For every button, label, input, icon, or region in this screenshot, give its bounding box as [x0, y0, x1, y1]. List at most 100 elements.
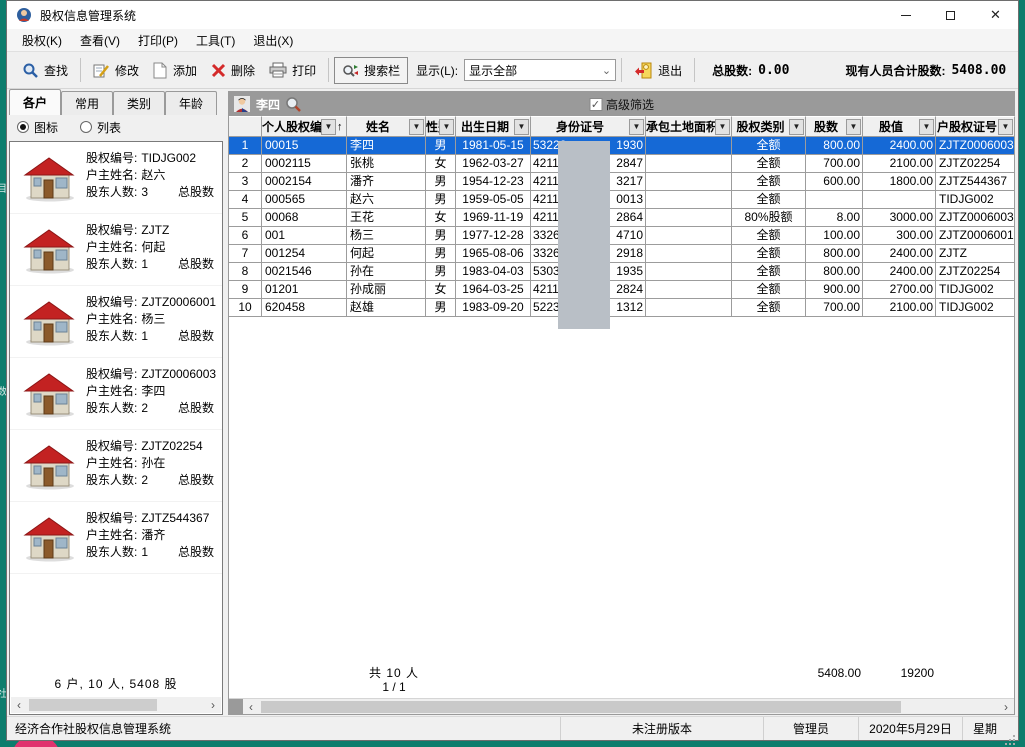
menu-item[interactable]: 打印(P) [129, 29, 187, 52]
household-item[interactable]: 股权编号:ZJTZ02254 户主姓名:孙在 股东人数:2总股数 [10, 430, 222, 502]
column-header[interactable]: 个人股权编号▼↑ [262, 116, 347, 137]
checkbox-checked-icon[interactable]: ✓ [589, 98, 602, 111]
sidebar-scrollbar[interactable]: ‹ › [11, 697, 221, 713]
column-header[interactable]: 股数▼ [806, 116, 863, 137]
table-scrollbar[interactable]: ‹ › [229, 698, 1014, 714]
filter-dropdown-icon[interactable]: ▼ [919, 119, 934, 135]
scroll-right-icon[interactable]: › [998, 699, 1014, 715]
maximize-button[interactable] [928, 1, 973, 29]
table-row[interactable]: 4000565赵六男1959-05-05421120013全额TIDJG002 [229, 191, 1015, 209]
sidebar-tabs: 各户常用类别年龄 [9, 91, 223, 115]
table-row[interactable]: 10620458赵雄男1983-09-20522321312全额700.0021… [229, 299, 1015, 317]
filter-dropdown-icon[interactable]: ▼ [846, 119, 861, 135]
cell-type: 全额 [732, 299, 806, 316]
sidebar-tab[interactable]: 类别 [113, 91, 165, 115]
table-row[interactable]: 7001254何起男1965-08-06332622918全额800.00240… [229, 245, 1015, 263]
id-suffix: 0013 [616, 191, 643, 208]
radio-list-view[interactable]: 列表 [80, 119, 121, 136]
advanced-filter[interactable]: ✓ 高级筛选 [589, 96, 654, 113]
scrollbar-thumb[interactable] [29, 699, 157, 711]
column-header[interactable]: 股值▼ [863, 116, 936, 137]
column-header[interactable]: 姓名▼ [347, 116, 426, 137]
radio-icon-view[interactable]: 图标 [17, 119, 58, 136]
find-button[interactable]: 查找 [15, 58, 75, 83]
cell-shares [806, 191, 863, 208]
table-row[interactable]: 901201孙成丽女1964-03-25421122824全额900.00270… [229, 281, 1015, 299]
household-count: 2 [141, 473, 148, 487]
column-header[interactable]: 身份证号▼ [531, 116, 646, 137]
cell-code: 01201 [262, 281, 347, 298]
table-row[interactable]: 80021546孙在男1983-04-03530321935全额800.0024… [229, 263, 1015, 281]
display-select[interactable]: 显示全部 ⌄ [464, 59, 616, 81]
column-header-label: 户股权证号 [936, 118, 998, 135]
filter-dropdown-icon[interactable]: ▼ [439, 119, 454, 135]
cell-land [646, 137, 732, 154]
column-header[interactable]: 出生日期▼ [456, 116, 531, 137]
column-header[interactable]: 股权类别▼ [732, 116, 806, 137]
filter-dropdown-icon[interactable]: ▼ [998, 119, 1013, 135]
table-row[interactable]: 100015李四男1981-05-15532221930全额800.002400… [229, 137, 1015, 155]
scrollbar-thumb[interactable] [261, 701, 901, 713]
household-item[interactable]: 股权编号:ZJTZ 户主姓名:何起 股东人数:1总股数 [10, 214, 222, 286]
table-row[interactable]: 500068王花女1969-11-1942112286480%股额8.00300… [229, 209, 1015, 227]
sidebar: 各户常用类别年龄 图标 列表 [9, 91, 223, 715]
cell-name: 潘齐 [347, 173, 426, 190]
modify-button[interactable]: 修改 [86, 58, 146, 83]
menu-item[interactable]: 退出(X) [244, 29, 302, 52]
cell-cert: ZJTZ02254 [936, 263, 1015, 280]
menu-item[interactable]: 查看(V) [71, 29, 129, 52]
cell-code: 620458 [262, 299, 347, 316]
household-code: ZJTZ02254 [141, 439, 202, 453]
cell-name: 赵六 [347, 191, 426, 208]
exit-button[interactable]: 退出 [627, 58, 689, 83]
scrollbar-box[interactable] [229, 699, 243, 715]
table-row[interactable]: 20002115张桃女1962-03-27421122847全额700.0021… [229, 155, 1015, 173]
table-row[interactable]: 6001杨三男1977-12-28332604710全额100.00300.00… [229, 227, 1015, 245]
household-item[interactable]: 股权编号:TIDJG002 户主姓名:赵六 股东人数:3总股数 [10, 142, 222, 214]
scroll-left-icon[interactable]: ‹ [11, 697, 27, 713]
scroll-left-icon[interactable]: ‹ [243, 699, 259, 715]
cell-num: 7 [229, 245, 262, 262]
search-bar-toggle[interactable]: 搜索栏 [334, 57, 408, 84]
menu-bar: 股权(K)查看(V)打印(P)工具(T)退出(X) [7, 29, 1018, 52]
household-item[interactable]: 股权编号:ZJTZ544367 户主姓名:潘齐 股东人数:1总股数 [10, 502, 222, 574]
minimize-button[interactable] [883, 1, 928, 29]
sidebar-tab[interactable]: 年龄 [165, 91, 217, 115]
menu-item[interactable]: 工具(T) [187, 29, 244, 52]
filter-dropdown-icon[interactable]: ▼ [514, 119, 529, 135]
cell-code: 0002154 [262, 173, 347, 190]
column-header[interactable]: 承包土地面积▼ [646, 116, 732, 137]
filter-dropdown-icon[interactable]: ▼ [715, 119, 730, 135]
scroll-right-icon[interactable]: › [205, 697, 221, 713]
column-header[interactable]: 性别▼ [426, 116, 456, 137]
household-code: ZJTZ0006001 [141, 295, 216, 309]
magnifier-icon[interactable] [285, 96, 302, 113]
title-bar[interactable]: 股权信息管理系统 ✕ [7, 1, 1018, 29]
menu-item[interactable]: 股权(K) [13, 29, 71, 52]
filter-dropdown-icon[interactable]: ▼ [789, 119, 804, 135]
add-button[interactable]: 添加 [146, 58, 204, 83]
cell-birth: 1962-03-27 [456, 155, 531, 172]
table-row[interactable]: 30002154潘齐男1954-12-23421123217全额600.0018… [229, 173, 1015, 191]
window-title: 股权信息管理系统 [40, 7, 136, 24]
filter-dropdown-icon[interactable]: ▼ [321, 119, 336, 135]
sidebar-tab[interactable]: 各户 [9, 89, 61, 115]
filter-dropdown-icon[interactable]: ▼ [629, 119, 644, 135]
cell-num: 4 [229, 191, 262, 208]
column-header[interactable]: 户股权证号▼ [936, 116, 1015, 137]
close-button[interactable]: ✕ [973, 1, 1018, 29]
print-button[interactable]: 打印 [262, 58, 323, 83]
cell-shares: 700.00 [806, 155, 863, 172]
sidebar-tab[interactable]: 常用 [61, 91, 113, 115]
delete-button[interactable]: 删除 [204, 58, 262, 83]
cell-birth: 1983-09-20 [456, 299, 531, 316]
household-item[interactable]: 股权编号:ZJTZ0006001 户主姓名:杨三 股东人数:1总股数 [10, 286, 222, 358]
cell-birth: 1965-08-06 [456, 245, 531, 262]
maximize-icon [946, 11, 955, 20]
app-icon [16, 7, 32, 23]
household-item[interactable]: 股权编号:ZJTZ0006003 户主姓名:李四 股东人数:2总股数 [10, 358, 222, 430]
filter-dropdown-icon[interactable]: ▼ [409, 119, 424, 135]
search-icon [22, 62, 39, 79]
redaction-overlay [558, 141, 610, 329]
resize-grip-icon[interactable] [1013, 735, 1015, 737]
